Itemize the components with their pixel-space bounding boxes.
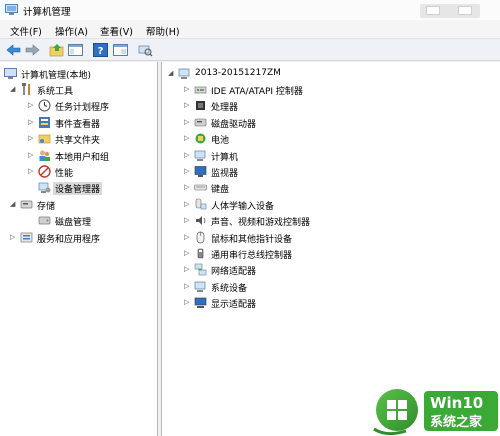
- battery-icon: [195, 133, 206, 144]
- back-arrow-icon[interactable]: [5, 42, 22, 58]
- collapse-icon[interactable]: ◢: [10, 200, 18, 208]
- expand-icon[interactable]: ▷: [184, 200, 192, 208]
- device-category-label: 磁盘驱动器: [211, 119, 257, 130]
- tree-item-label: 磁盘管理: [55, 218, 92, 228]
- ide-controller-icon: [194, 86, 207, 94]
- expand-icon[interactable]: ▷: [184, 101, 192, 109]
- watermark-line1: Win10: [430, 394, 484, 412]
- performance-icon: [38, 165, 51, 178]
- tools-icon: [22, 83, 30, 95]
- watermark-line2: 系统之家: [430, 415, 483, 430]
- tree-root-label: 计算机管理(本地): [21, 71, 92, 81]
- expand-icon[interactable]: ▷: [184, 167, 192, 175]
- tree-item-label: 设备管理器: [53, 182, 103, 195]
- device-category-label: 计算机: [211, 152, 239, 163]
- menu-file[interactable]: 文件(F): [10, 24, 42, 38]
- usb-icon: [197, 248, 204, 259]
- disk-drive-icon: [194, 118, 207, 127]
- device-category-label: 电池: [211, 136, 230, 147]
- shared-folder-icon: [38, 134, 51, 144]
- expand-icon[interactable]: ▷: [184, 151, 192, 159]
- storage-icon: [20, 200, 33, 209]
- tree-item-label: 事件查看器: [55, 120, 101, 130]
- computer-icon: [178, 68, 190, 79]
- expand-icon[interactable]: ▷: [28, 134, 36, 142]
- mouse-icon: [196, 231, 205, 243]
- expand-icon[interactable]: ▷: [184, 298, 192, 306]
- menu-help[interactable]: 帮助(H): [146, 24, 180, 38]
- device-category-label: 声音、视频和游戏控制器: [211, 218, 311, 229]
- expand-icon[interactable]: ▷: [184, 118, 192, 126]
- help-icon[interactable]: ?: [92, 42, 109, 58]
- device-category-label: 鼠标和其他指针设备: [211, 234, 293, 245]
- device-category-label: 处理器: [211, 103, 239, 114]
- menu-view[interactable]: 查看(V): [100, 24, 133, 38]
- svg-text:?: ?: [98, 46, 104, 57]
- window-controls: [420, 4, 480, 18]
- computer-management-icon: [5, 4, 18, 15]
- properties-icon[interactable]: [112, 42, 129, 58]
- clock-icon: [38, 99, 51, 112]
- toolbar: ?: [0, 39, 500, 61]
- computer-name: 2013-20151217ZM: [195, 68, 281, 78]
- disk-management-icon: [38, 216, 51, 225]
- minimize-button[interactable]: [426, 6, 440, 15]
- show-hide-tree-icon[interactable]: [67, 42, 84, 58]
- expand-icon[interactable]: ▷: [28, 101, 36, 109]
- device-manager-icon: [38, 182, 51, 193]
- menu-bar: 文件(F) 操作(A) 查看(V) 帮助(H): [0, 20, 500, 39]
- expand-icon[interactable]: ▷: [28, 118, 36, 126]
- display-adapter-icon: [194, 297, 207, 309]
- expand-icon[interactable]: ▷: [184, 183, 192, 191]
- tree-item-label: 系统工具: [37, 87, 74, 97]
- navigation-tree: 计算机管理(本地) ◢ 系统工具 ▷ 任务计划程序 ▷ 事件查看器 ▷ 共享文件…: [0, 62, 158, 436]
- expand-icon[interactable]: ▷: [184, 134, 192, 142]
- device-tree: ◢ 2013-20151217ZM ▷ IDE ATA/ATAPI 控制器 ▷ 处理器…: [162, 62, 500, 436]
- expand-icon[interactable]: ▷: [28, 167, 36, 175]
- device-category-label: IDE ATA/ATAPI 控制器: [211, 87, 303, 97]
- computer-management-icon: [4, 68, 17, 79]
- users-icon: [39, 150, 50, 161]
- computer-icon: [194, 150, 206, 161]
- keyboard-icon: [194, 185, 207, 191]
- forward-arrow-icon[interactable]: [24, 42, 41, 58]
- processor-icon: [196, 101, 205, 111]
- device-category-label: 人体学输入设备: [211, 201, 275, 212]
- tree-item-label: 共享文件夹: [55, 136, 101, 146]
- expand-icon[interactable]: ▷: [184, 233, 192, 241]
- sound-icon: [196, 216, 206, 226]
- expand-icon[interactable]: ▷: [10, 233, 18, 241]
- expand-icon[interactable]: ▷: [184, 282, 192, 290]
- expand-icon[interactable]: ▷: [184, 249, 192, 257]
- tree-item-label: 性能: [55, 169, 74, 179]
- tree-item-label: 存储: [37, 202, 56, 212]
- tree-item-label: 服务和应用程序: [37, 235, 101, 245]
- maximize-button[interactable]: [458, 6, 472, 15]
- device-category-label: 监视器: [211, 169, 239, 179]
- expand-icon[interactable]: ▷: [28, 151, 36, 159]
- window-title: 计算机管理: [23, 7, 71, 18]
- monitor-icon: [194, 166, 207, 177]
- device-category-label: 网络适配器: [211, 267, 257, 278]
- scan-hardware-icon[interactable]: [137, 42, 154, 58]
- tree-item-label: 本地用户和组: [55, 153, 110, 163]
- services-icon: [20, 232, 33, 243]
- device-category-label: 系统设备: [211, 283, 248, 294]
- collapse-icon[interactable]: ◢: [168, 69, 176, 77]
- title-bar: 计算机管理: [0, 0, 500, 20]
- network-adapter-icon: [194, 264, 207, 276]
- expand-icon[interactable]: ▷: [184, 265, 192, 273]
- system-device-icon: [194, 281, 206, 292]
- hid-icon: [195, 198, 207, 210]
- up-folder-icon[interactable]: [48, 42, 65, 58]
- expand-icon[interactable]: ▷: [184, 85, 192, 93]
- expand-icon[interactable]: ▷: [184, 216, 192, 224]
- collapse-icon[interactable]: ◢: [10, 85, 18, 93]
- device-category-label: 通用串行总线控制器: [211, 251, 293, 261]
- device-category-label: 显示适配器: [211, 300, 257, 311]
- device-category-label: 键盘: [211, 185, 230, 196]
- tree-item-label: 任务计划程序: [55, 103, 110, 113]
- event-viewer-icon: [39, 117, 50, 128]
- menu-action[interactable]: 操作(A): [55, 24, 88, 38]
